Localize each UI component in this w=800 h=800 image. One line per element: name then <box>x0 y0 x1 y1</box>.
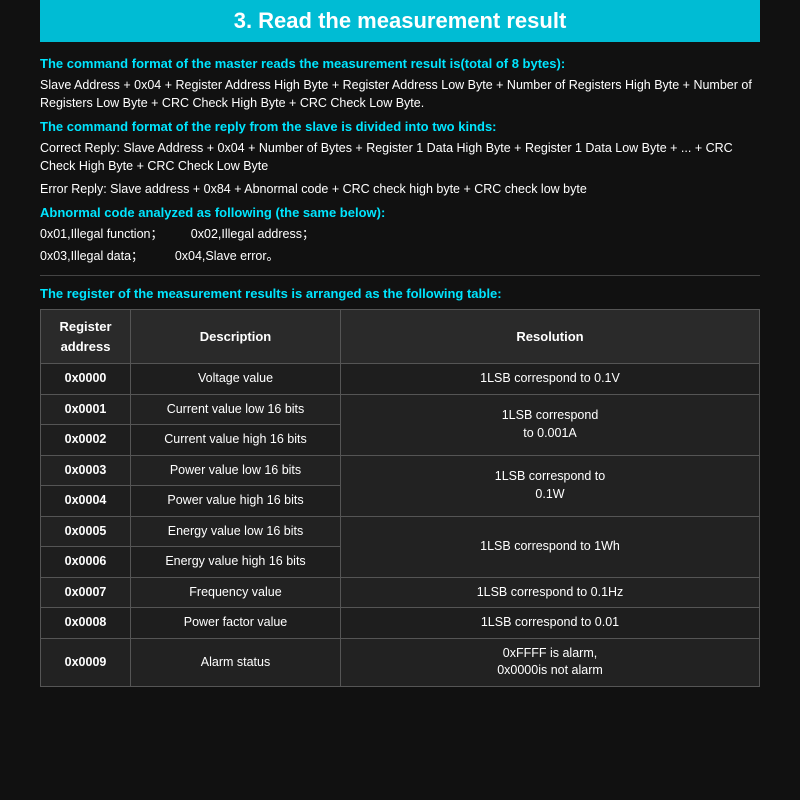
table-row: 0x0003Power value low 16 bits1LSB corres… <box>41 455 760 486</box>
code-row2-col2: 0x04,Slave error。 <box>175 249 279 263</box>
register-description: Alarm status <box>131 638 341 686</box>
page: 3. Read the measurement result The comma… <box>0 0 800 800</box>
table-row: 0x0007Frequency value1LSB correspond to … <box>41 577 760 608</box>
section2-correct: Correct Reply: Slave Address + 0x04 + Nu… <box>40 139 760 177</box>
register-address: 0x0003 <box>41 455 131 486</box>
register-description: Frequency value <box>131 577 341 608</box>
register-address: 0x0005 <box>41 516 131 547</box>
table-header-row: Registeraddress Description Resolution <box>41 310 760 364</box>
register-resolution: 1LSB correspond to 0.01 <box>341 608 760 639</box>
register-address: 0x0006 <box>41 547 131 578</box>
code-row1-col1: 0x01,Illegal function； <box>40 227 163 241</box>
measurement-table: Registeraddress Description Resolution 0… <box>40 309 760 687</box>
register-description: Power factor value <box>131 608 341 639</box>
table-row: 0x0009Alarm status0xFFFF is alarm, 0x000… <box>41 638 760 686</box>
table-row: 0x0000Voltage value1LSB correspond to 0.… <box>41 364 760 395</box>
content: The command format of the master reads t… <box>40 50 760 687</box>
register-description: Current value low 16 bits <box>131 394 341 425</box>
register-description: Current value high 16 bits <box>131 425 341 456</box>
section3-heading: Abnormal code analyzed as following (the… <box>40 203 760 223</box>
page-title: 3. Read the measurement result <box>40 8 760 34</box>
section2-heading: The command format of the reply from the… <box>40 117 760 137</box>
section1-heading: The command format of the master reads t… <box>40 54 760 74</box>
register-resolution: 1LSB correspond to 0.1V <box>341 364 760 395</box>
table-section: The register of the measurement results … <box>40 284 760 687</box>
register-description: Energy value high 16 bits <box>131 547 341 578</box>
divider <box>40 275 760 276</box>
code-row1-col2: 0x02,Illegal address； <box>191 227 315 241</box>
register-resolution: 1LSB correspond to 0.1W <box>341 455 760 516</box>
col-header-address: Registeraddress <box>41 310 131 364</box>
col-header-description: Description <box>131 310 341 364</box>
register-address: 0x0008 <box>41 608 131 639</box>
abnormal-codes: 0x01,Illegal function； 0x02,Illegal addr… <box>40 224 760 267</box>
register-description: Energy value low 16 bits <box>131 516 341 547</box>
register-address: 0x0009 <box>41 638 131 686</box>
table-row: 0x0008Power factor value1LSB correspond … <box>41 608 760 639</box>
register-resolution: 1LSB correspond to 0.001A <box>341 394 760 455</box>
register-resolution: 0xFFFF is alarm, 0x0000is not alarm <box>341 638 760 686</box>
register-description: Power value low 16 bits <box>131 455 341 486</box>
register-address: 0x0007 <box>41 577 131 608</box>
register-description: Power value high 16 bits <box>131 486 341 517</box>
register-resolution: 1LSB correspond to 0.1Hz <box>341 577 760 608</box>
col-header-resolution: Resolution <box>341 310 760 364</box>
table-heading: The register of the measurement results … <box>40 284 760 304</box>
register-address: 0x0000 <box>41 364 131 395</box>
title-bar: 3. Read the measurement result <box>40 0 760 42</box>
register-address: 0x0004 <box>41 486 131 517</box>
register-resolution: 1LSB correspond to 1Wh <box>341 516 760 577</box>
table-row: 0x0001Current value low 16 bits1LSB corr… <box>41 394 760 425</box>
register-address: 0x0002 <box>41 425 131 456</box>
code-row2-col1: 0x03,Illegal data； <box>40 249 144 263</box>
section2-error: Error Reply: Slave address + 0x84 + Abno… <box>40 180 760 199</box>
table-row: 0x0005Energy value low 16 bits1LSB corre… <box>41 516 760 547</box>
register-address: 0x0001 <box>41 394 131 425</box>
section1-body: Slave Address + 0x04 + Register Address … <box>40 76 760 114</box>
register-description: Voltage value <box>131 364 341 395</box>
